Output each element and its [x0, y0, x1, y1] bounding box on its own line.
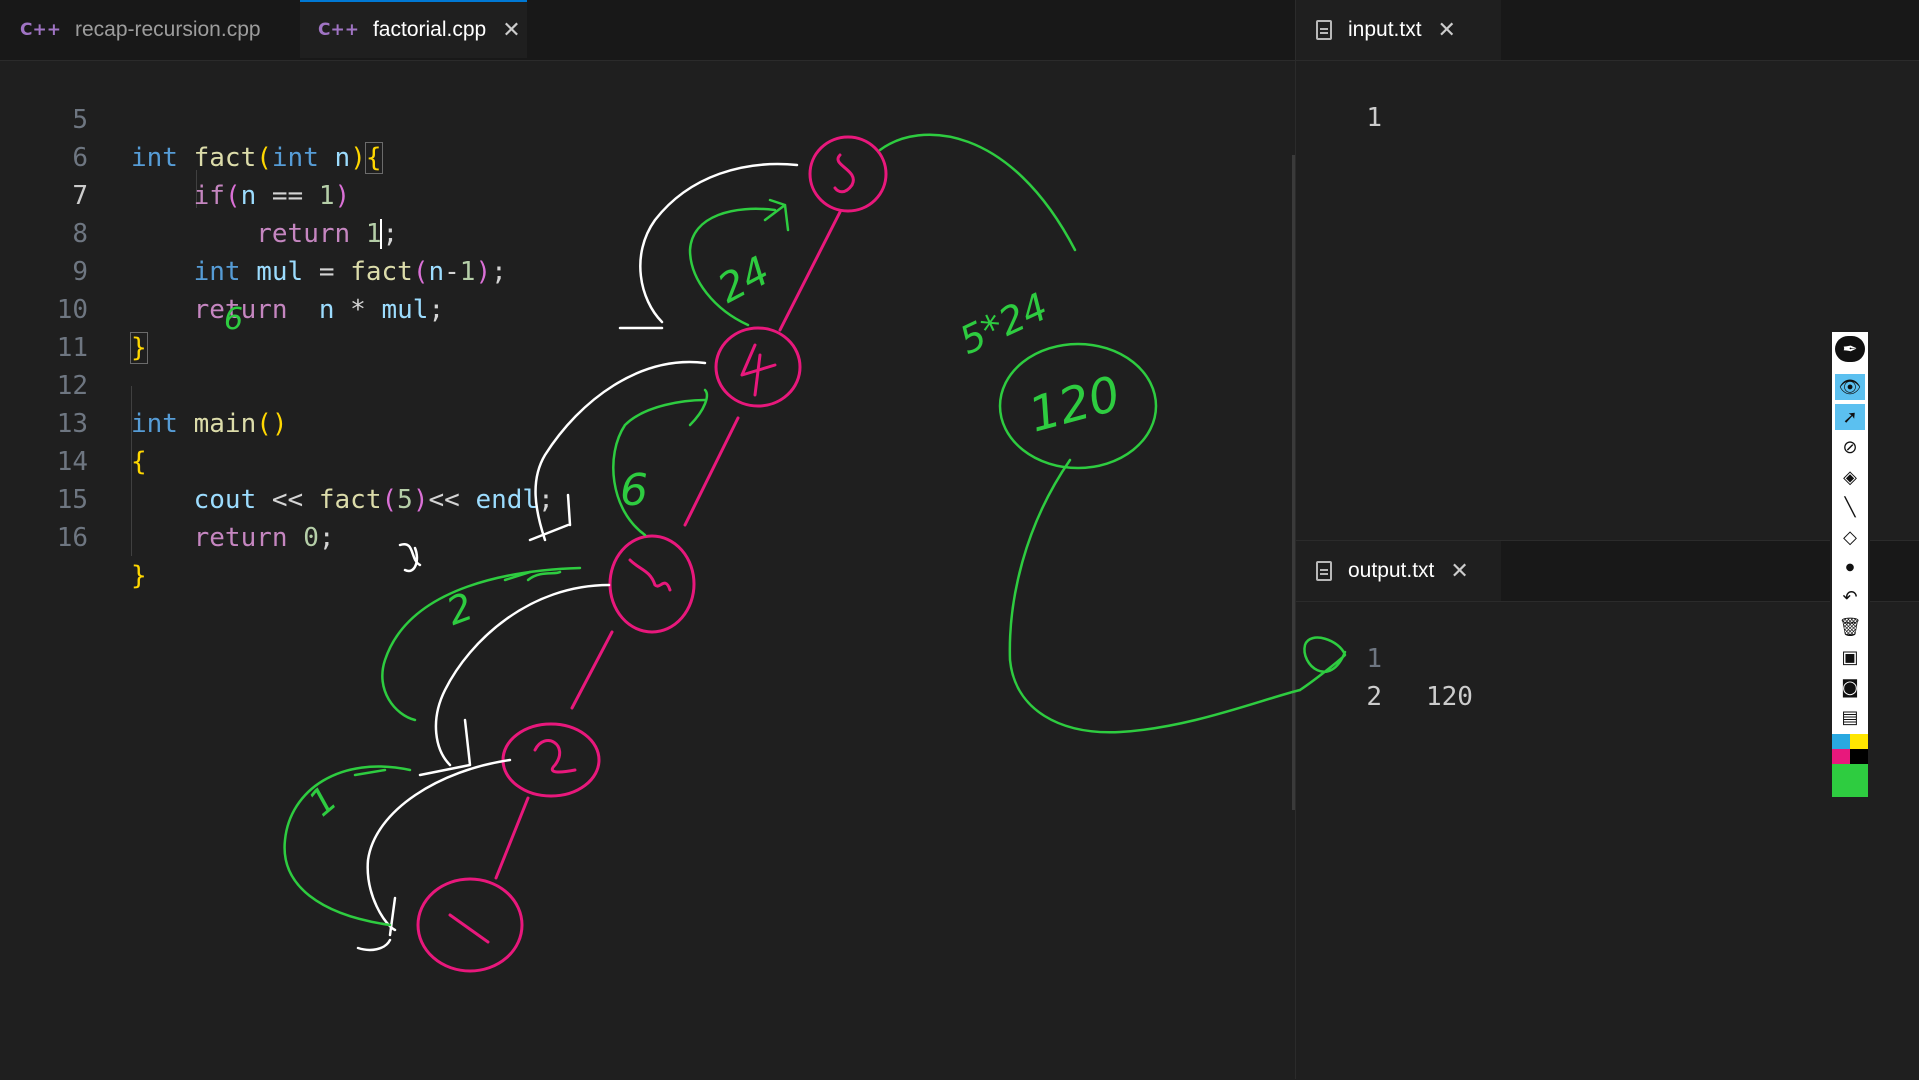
code-line: 16 } [56, 523, 147, 591]
code-line: 11 [56, 333, 88, 363]
trash-icon[interactable]: 🗑 [1835, 614, 1865, 640]
drawing-toolbar: ✒ 👁 ➚ ⊘ ◈ ╲ ◇ ● ↶ 🗑 ▣ ◙ ▤ [1830, 330, 1870, 799]
laser-icon[interactable]: ⊘ [1835, 434, 1865, 460]
tab-factorial[interactable]: C++ factorial.cpp ✕ [300, 0, 527, 58]
camera-icon[interactable]: ◙ [1835, 674, 1865, 700]
color-palette-icon[interactable] [1832, 734, 1868, 797]
cpp-icon: C++ [20, 20, 61, 40]
editor-tab-bar: C++ recap-recursion.cpp C++ factorial.cp… [0, 0, 1295, 61]
code-line: 7 return 1; [72, 181, 399, 249]
tab-output-txt[interactable]: output.txt ✕ [1296, 541, 1501, 601]
eye-icon[interactable]: 👁 [1835, 374, 1865, 400]
code-line: 14 cout << fact(5)<< endl; [56, 447, 554, 515]
highlighter-icon[interactable]: ◈ [1835, 464, 1865, 490]
code-line: 6 if(n == 1) [72, 143, 351, 211]
input-tab-bar: input.txt ✕ [1296, 0, 1919, 61]
tab-label: output.txt [1348, 559, 1435, 582]
dot-icon[interactable]: ● [1835, 554, 1865, 580]
eraser-icon[interactable]: ◇ [1835, 524, 1865, 550]
tab-input-txt[interactable]: input.txt ✕ [1296, 0, 1501, 60]
code-line: 8 int mul = fact(n-1); [72, 219, 507, 287]
code-line: 5 int fact(int n){ [72, 105, 383, 174]
file-icon [1316, 561, 1332, 581]
pen-icon[interactable]: ✒ [1835, 336, 1865, 362]
output-pane: output.txt ✕ 1 120 2 [1296, 540, 1919, 1080]
close-icon[interactable]: ✕ [1450, 559, 1468, 584]
code-line: 2 [1366, 682, 1382, 712]
line-icon[interactable]: ╲ [1835, 494, 1865, 520]
tab-recap-recursion[interactable]: C++ recap-recursion.cpp [0, 0, 300, 60]
tab-label: factorial.cpp [372, 18, 487, 41]
code-line: 1 120 [1366, 644, 1473, 712]
clipboard-icon[interactable]: ▤ [1835, 704, 1865, 730]
code-editor[interactable]: 5 int fact(int n){ 6 if(n == 1) 7 return… [0, 61, 1295, 1079]
tab-label: input.txt [1348, 18, 1422, 41]
output-tab-bar: output.txt ✕ [1296, 541, 1919, 602]
code-line: 15 return 0; [56, 485, 335, 553]
close-icon[interactable]: ✕ [502, 18, 520, 43]
whiteboard-icon[interactable]: ▣ [1835, 644, 1865, 670]
close-icon[interactable]: ✕ [1438, 18, 1456, 43]
code-line: 10 } [56, 295, 148, 364]
code-line: 13 { [56, 409, 147, 477]
pointer-icon[interactable]: ➚ [1835, 404, 1865, 430]
file-icon [1316, 20, 1332, 40]
cpp-icon: C++ [318, 20, 359, 40]
code-line: 9 return n * mul; [72, 257, 445, 325]
tab-label: recap-recursion.cpp [74, 18, 261, 41]
code-line: 12 int main() [56, 371, 288, 439]
code-line: 1 [1366, 103, 1382, 133]
undo-icon[interactable]: ↶ [1835, 584, 1865, 610]
input-pane: input.txt ✕ 1 [1296, 0, 1919, 540]
